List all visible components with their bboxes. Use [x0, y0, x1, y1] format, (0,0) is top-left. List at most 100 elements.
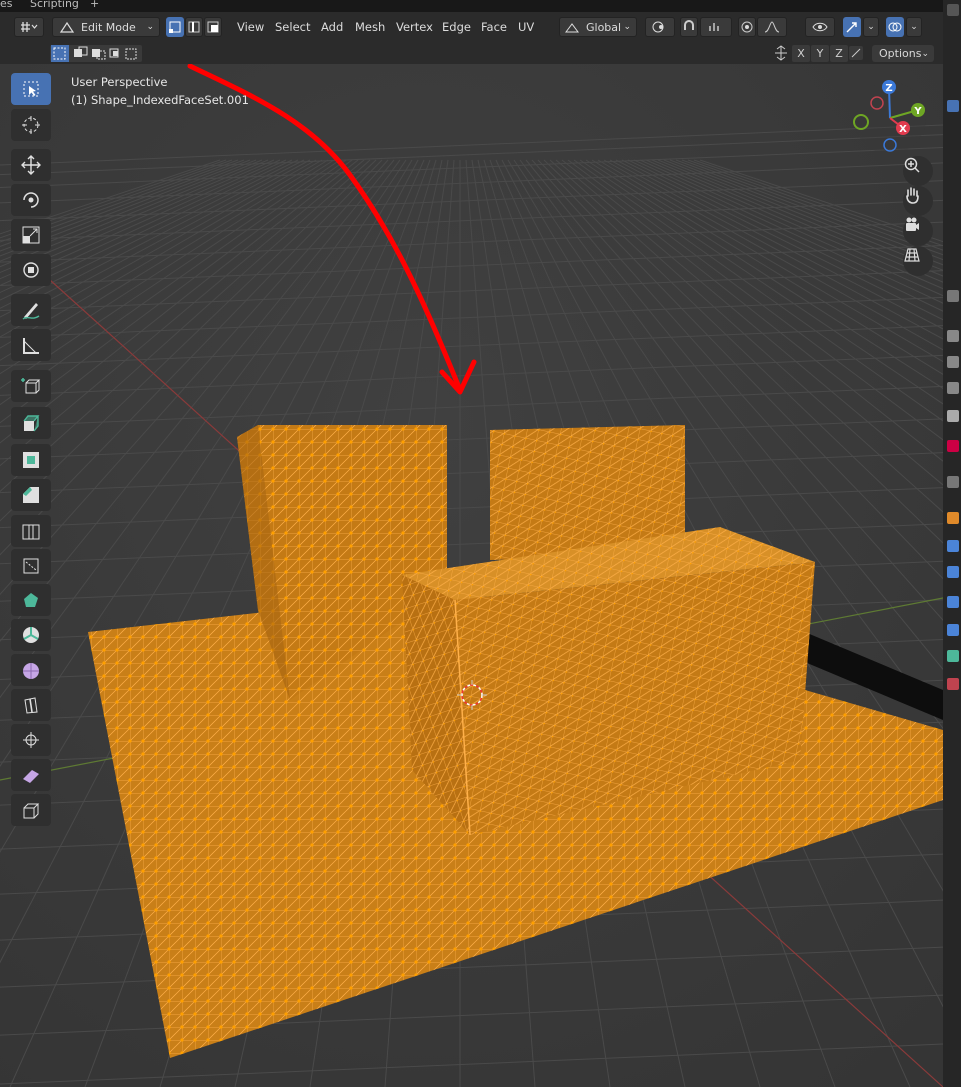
- snap-target-button[interactable]: [700, 17, 732, 37]
- edge-select-icon: [188, 21, 200, 33]
- transform-icon: [23, 262, 39, 278]
- scene-icon[interactable]: [947, 410, 959, 422]
- editor-type-button[interactable]: [14, 17, 44, 37]
- visibility-button[interactable]: [805, 17, 835, 37]
- auto-merge-icon[interactable]: [848, 45, 864, 61]
- tool-select-box[interactable]: [11, 73, 51, 105]
- mirror-z-toggle[interactable]: Z: [830, 45, 848, 62]
- material-icon[interactable]: [947, 678, 959, 690]
- bevel-icon: [23, 487, 39, 503]
- zoom-button[interactable]: [903, 156, 933, 186]
- particles-icon[interactable]: [947, 566, 959, 578]
- menu-select[interactable]: Select: [275, 20, 310, 34]
- overlay-toggle[interactable]: [886, 17, 904, 37]
- tab-partial[interactable]: es: [0, 0, 13, 10]
- inset-icon: [23, 452, 39, 468]
- rotate-icon: [23, 192, 39, 208]
- mode-label: Edit Mode: [81, 20, 136, 34]
- tool-inset[interactable]: [11, 444, 51, 476]
- menu-vertex[interactable]: Vertex: [396, 20, 433, 34]
- gizmo-toggle[interactable]: [843, 17, 861, 37]
- perspective-toggle-button[interactable]: [903, 246, 933, 276]
- snap-increment-icon: [709, 23, 719, 31]
- tool-measure[interactable]: [11, 329, 51, 361]
- camera-view-button[interactable]: [903, 216, 933, 246]
- menu-edge[interactable]: Edge: [442, 20, 471, 34]
- tool-smooth[interactable]: [11, 654, 51, 686]
- selection-mode-group[interactable]: [50, 45, 142, 62]
- menu-face[interactable]: Face: [481, 20, 507, 34]
- measure-icon: [23, 338, 39, 354]
- snap-toggle[interactable]: [680, 17, 698, 37]
- object-icon[interactable]: [947, 512, 959, 524]
- tool-shrink-fatten[interactable]: [11, 724, 51, 756]
- view-perspective-label: User Perspective: [71, 75, 168, 89]
- edge-select-button[interactable]: [185, 17, 203, 37]
- options-dropdown[interactable]: Options ⌄: [872, 45, 934, 62]
- grid-perspective-icon: [904, 248, 920, 262]
- orientation-icon: [565, 23, 579, 33]
- pan-button[interactable]: [903, 186, 933, 216]
- spin-icon: [23, 627, 39, 643]
- hand-icon: [906, 187, 919, 204]
- face-select-button[interactable]: [204, 17, 222, 37]
- menu-add[interactable]: Add: [321, 20, 343, 34]
- chevron-down-icon: ⌄: [921, 48, 929, 59]
- tool-properties-icon[interactable]: [947, 290, 959, 302]
- view-layer-icon[interactable]: [947, 382, 959, 394]
- menu-view[interactable]: View: [237, 20, 264, 34]
- proportional-edit-toggle[interactable]: [738, 17, 756, 37]
- tool-knife[interactable]: [11, 549, 51, 581]
- data-icon[interactable]: [947, 650, 959, 662]
- tool-bevel[interactable]: [11, 479, 51, 511]
- tool-poly-build[interactable]: [11, 584, 51, 616]
- 3d-viewport[interactable]: Z Y X User Perspective (1) Shape_Indexed…: [0, 64, 943, 1087]
- menu-uv[interactable]: UV: [518, 20, 534, 34]
- chevron-down-icon: ⌄: [867, 22, 875, 32]
- pivot-point-button[interactable]: [645, 17, 675, 37]
- constraints-icon[interactable]: [947, 624, 959, 636]
- orientation-label: Global: [586, 20, 622, 34]
- proportional-icon: [741, 21, 753, 33]
- tool-transform[interactable]: [11, 254, 51, 286]
- panel-icon[interactable]: [947, 4, 959, 16]
- mode-dropdown[interactable]: Edit Mode ⌄: [52, 17, 160, 37]
- tool-shear[interactable]: [11, 759, 51, 791]
- mirror-x-toggle[interactable]: X: [792, 45, 810, 62]
- output-icon[interactable]: [947, 356, 959, 368]
- gizmo-x-label: X: [899, 124, 907, 135]
- gizmo-dropdown[interactable]: ⌄: [863, 17, 879, 37]
- shrink-fatten-icon: [23, 732, 39, 748]
- tool-scale[interactable]: [11, 219, 51, 251]
- modifier-icon[interactable]: [947, 540, 959, 552]
- tool-spin[interactable]: [11, 619, 51, 651]
- outliner-icon[interactable]: [947, 100, 959, 112]
- mirror-y-toggle[interactable]: Y: [811, 45, 829, 62]
- overlay-dropdown[interactable]: ⌄: [906, 17, 922, 37]
- tool-loop-cut[interactable]: [11, 515, 51, 547]
- scale-icon: [22, 226, 40, 244]
- menu-mesh[interactable]: Mesh: [355, 20, 385, 34]
- tool-cursor[interactable]: [11, 109, 51, 141]
- physics-icon[interactable]: [947, 596, 959, 608]
- zoom-icon: [904, 157, 920, 173]
- render-icon[interactable]: [947, 330, 959, 342]
- tool-edge-slide[interactable]: [11, 689, 51, 721]
- add-workspace-button[interactable]: +: [90, 0, 99, 10]
- tool-annotate[interactable]: [11, 294, 51, 326]
- tool-rotate[interactable]: [11, 184, 51, 216]
- world-icon[interactable]: [947, 440, 959, 452]
- smooth-icon: [23, 663, 39, 679]
- tool-rip[interactable]: [11, 794, 51, 826]
- falloff-button[interactable]: [757, 17, 787, 37]
- tool-extrude[interactable]: [11, 407, 51, 439]
- mirror-icon: [775, 45, 787, 61]
- editor-type-icon: [21, 22, 38, 32]
- tab-scripting[interactable]: Scripting: [30, 0, 79, 10]
- collection-icon[interactable]: [947, 476, 959, 488]
- vertex-select-button[interactable]: [166, 17, 184, 37]
- cursor-icon: [22, 116, 40, 134]
- transform-orientation-dropdown[interactable]: Global ⌄: [559, 17, 637, 37]
- tool-move[interactable]: [11, 149, 51, 181]
- tool-add-cube[interactable]: [11, 370, 51, 402]
